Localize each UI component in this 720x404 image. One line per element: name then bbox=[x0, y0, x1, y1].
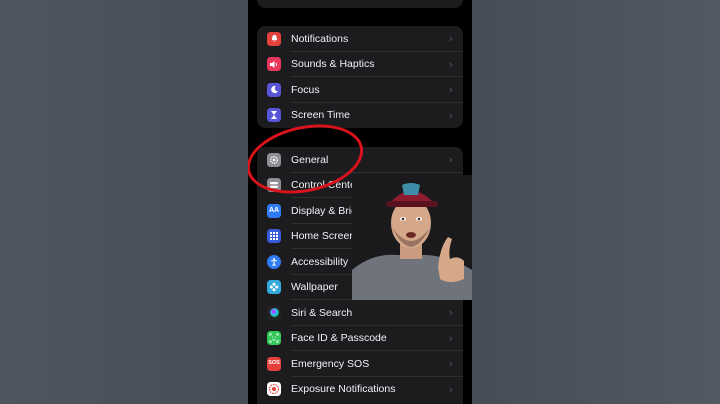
row-label: Home Screen bbox=[291, 230, 356, 243]
siri-icon bbox=[267, 305, 281, 320]
row-label: Sounds & Haptics bbox=[291, 58, 375, 71]
settings-row-face-id-passcode[interactable]: Face ID & Passcode › bbox=[257, 326, 463, 351]
presenter-video-overlay bbox=[352, 175, 472, 300]
chevron-right-icon: › bbox=[448, 108, 453, 122]
phone-screen: Notifications › Sounds & Haptics › Focus… bbox=[248, 0, 472, 404]
chevron-right-icon: › bbox=[448, 382, 453, 396]
row-label: Screen Time bbox=[291, 109, 350, 122]
settings-row-exposure-notifications[interactable]: Exposure Notifications › bbox=[257, 377, 463, 403]
bell-icon bbox=[267, 31, 281, 46]
settings-row-notifications[interactable]: Notifications › bbox=[257, 26, 463, 52]
settings-row-screen-time[interactable]: Screen Time › bbox=[257, 103, 463, 129]
chevron-right-icon: › bbox=[448, 357, 453, 371]
row-label: Face ID & Passcode bbox=[291, 332, 387, 345]
background-left bbox=[0, 0, 248, 404]
settings-row-sounds-haptics[interactable]: Sounds & Haptics › bbox=[257, 52, 463, 77]
speaker-icon bbox=[267, 57, 281, 72]
row-label: Exposure Notifications bbox=[291, 383, 396, 396]
settings-group-1: Notifications › Sounds & Haptics › Focus… bbox=[257, 26, 463, 128]
row-label: Control Center bbox=[291, 179, 360, 192]
face-id-icon bbox=[267, 331, 281, 346]
chevron-right-icon: › bbox=[448, 57, 453, 71]
settings-row-siri-search[interactable]: Siri & Search › bbox=[257, 300, 463, 326]
background-right bbox=[472, 0, 720, 404]
row-label: Accessibility bbox=[291, 255, 349, 268]
exposure-icon bbox=[267, 382, 281, 397]
chevron-right-icon: › bbox=[448, 83, 453, 97]
settings-group-top-sliver bbox=[257, 0, 463, 8]
settings-row-emergency-sos[interactable]: SOS Emergency SOS › bbox=[257, 351, 463, 377]
chevron-right-icon: › bbox=[448, 32, 453, 46]
moon-icon bbox=[267, 82, 281, 97]
switches-icon bbox=[267, 178, 281, 193]
row-label: General bbox=[291, 153, 329, 166]
row-label: Wallpaper bbox=[291, 281, 338, 294]
grid-icon bbox=[267, 229, 281, 244]
row-label: Emergency SOS bbox=[291, 357, 370, 370]
settings-row-general[interactable]: General › bbox=[257, 147, 463, 173]
sos-icon: SOS bbox=[267, 356, 281, 371]
gear-icon bbox=[267, 152, 281, 167]
chevron-right-icon: › bbox=[448, 306, 453, 320]
row-label: Notifications bbox=[291, 32, 349, 45]
accessibility-icon bbox=[267, 254, 281, 269]
presenter-image bbox=[352, 175, 472, 300]
row-label: Siri & Search bbox=[291, 306, 353, 319]
hourglass-icon bbox=[267, 108, 281, 123]
flower-icon bbox=[267, 280, 281, 295]
row-label: Focus bbox=[291, 83, 320, 96]
chevron-right-icon: › bbox=[448, 153, 453, 167]
text-size-icon: AA bbox=[267, 203, 281, 218]
chevron-right-icon: › bbox=[448, 331, 453, 345]
settings-row-focus[interactable]: Focus › bbox=[257, 77, 463, 103]
